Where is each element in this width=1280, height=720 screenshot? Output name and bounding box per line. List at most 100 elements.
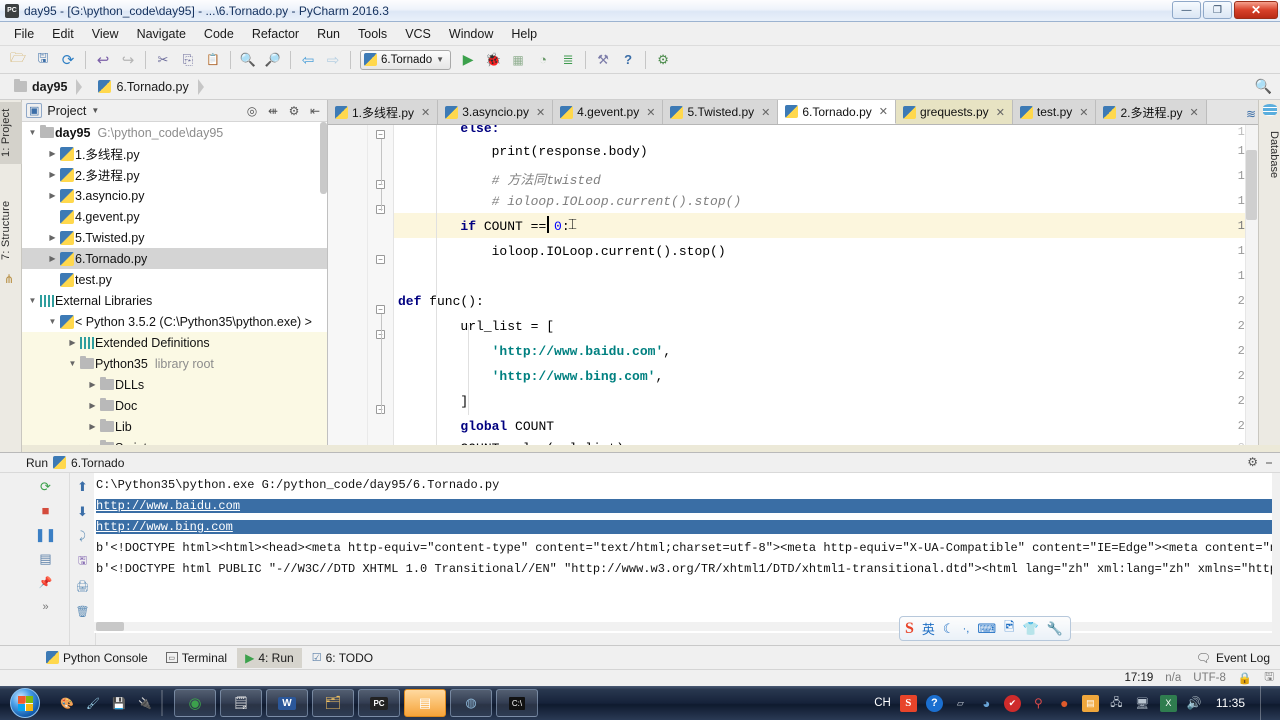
tab-close-icon[interactable]: ✕ bbox=[879, 105, 888, 118]
active-app-taskbtn[interactable]: ▤ bbox=[404, 689, 446, 717]
forward-icon[interactable]: ⇨ bbox=[321, 48, 345, 72]
settings-gear-icon[interactable]: ⚙ bbox=[1247, 455, 1258, 470]
search-everywhere-icon[interactable]: 🔍 bbox=[1255, 78, 1272, 95]
show-hidden-icon[interactable]: ▱ bbox=[952, 695, 969, 712]
pycharm-taskbtn[interactable]: PC bbox=[358, 689, 400, 717]
tree-row[interactable]: ▼Python35library root bbox=[22, 353, 327, 374]
tab-close-icon[interactable]: ✕ bbox=[1190, 106, 1199, 119]
tree-expand-arrow-open-icon[interactable]: ▼ bbox=[66, 359, 79, 368]
open-folder-icon[interactable]: 🗁 bbox=[6, 48, 30, 72]
bottom-item-todo[interactable]: ☑ 6: TODO bbox=[304, 648, 381, 668]
pin-icon[interactable]: 📌 bbox=[36, 573, 56, 592]
tree-row[interactable]: ▶Doc bbox=[22, 395, 327, 416]
console-icon[interactable]: ▤ bbox=[36, 549, 56, 568]
vcs-update-icon[interactable]: ⚙ bbox=[651, 48, 675, 72]
bottom-item-run[interactable]: ▶ 4: Run bbox=[237, 648, 302, 668]
attach-process-icon[interactable]: ≣ bbox=[556, 48, 580, 72]
tab-close-icon[interactable]: ✕ bbox=[536, 106, 545, 119]
language-mode-icon[interactable]: 英 bbox=[922, 619, 935, 638]
tab-5-twisted[interactable]: 5.Twisted.py ✕ bbox=[663, 100, 778, 124]
breadcrumb-project[interactable]: day95 bbox=[8, 77, 92, 97]
tree-expand-arrow-closed-icon[interactable]: ▶ bbox=[66, 338, 79, 347]
tab-test[interactable]: test.py ✕ bbox=[1013, 100, 1097, 124]
sidebar-item-structure[interactable]: 7: Structure bbox=[0, 190, 22, 270]
tree-expand-arrow-closed-icon[interactable]: ▶ bbox=[86, 422, 99, 431]
antivirus-icon[interactable]: ✔ bbox=[1004, 695, 1021, 712]
help-icon[interactable]: ? bbox=[616, 48, 640, 72]
help-icon[interactable]: ? bbox=[926, 695, 943, 712]
start-button[interactable] bbox=[2, 687, 48, 719]
editor-scroll-thumb[interactable] bbox=[1246, 150, 1257, 220]
code-editor[interactable]: − − − − − − − 13 14 15 16 17 18 19 20 21… bbox=[328, 125, 1258, 445]
editor-vertical-scrollbar[interactable] bbox=[1245, 125, 1258, 445]
fold-marker-else[interactable]: − bbox=[376, 130, 385, 139]
color-picker-icon[interactable]: 🖌 bbox=[84, 694, 102, 712]
maximize-button[interactable]: ❐ bbox=[1203, 1, 1232, 19]
tree-expand-arrow-closed-icon[interactable]: ▶ bbox=[86, 443, 99, 445]
print-icon[interactable]: 🖨 bbox=[73, 577, 93, 596]
sidebar-item-project[interactable]: 1: Project bbox=[0, 102, 22, 164]
menu-vcs[interactable]: VCS bbox=[397, 24, 439, 44]
tree-row[interactable]: 4.gevent.py bbox=[22, 206, 327, 227]
replace-icon[interactable]: 🔎 bbox=[261, 48, 285, 72]
media-taskbtn[interactable]: ◍ bbox=[450, 689, 492, 717]
tab-6-tornado[interactable]: 6.Tornado.py ✕ bbox=[778, 100, 896, 124]
volume-icon[interactable]: 🔊 bbox=[1186, 695, 1203, 712]
notepad-taskbtn[interactable]: 🗒 bbox=[220, 689, 262, 717]
settings-icon[interactable]: ⚒ bbox=[591, 48, 615, 72]
ime-toolbar[interactable]: S 英 ☾ ·, ⌨ 🖻 👕 🔧 bbox=[899, 616, 1071, 641]
menu-run[interactable]: Run bbox=[309, 24, 348, 44]
profile-icon[interactable]: ◔ bbox=[531, 48, 555, 72]
stop-icon[interactable]: ■ bbox=[36, 501, 56, 520]
taskbar-clock[interactable]: 11:35 bbox=[1216, 696, 1245, 710]
tree-row[interactable]: ▶Extended Definitions bbox=[22, 332, 327, 353]
expand-icon[interactable]: » bbox=[36, 597, 56, 616]
menu-edit[interactable]: Edit bbox=[44, 24, 82, 44]
record-icon[interactable]: ● bbox=[1056, 695, 1073, 712]
find-icon[interactable]: 🔍 bbox=[236, 48, 260, 72]
wrench-settings-icon[interactable]: 🔧 bbox=[1047, 621, 1063, 637]
tree-row[interactable]: ▶6.Tornado.py bbox=[22, 248, 327, 269]
save-all-icon[interactable]: 🖫 bbox=[31, 48, 55, 72]
sogou-logo-icon[interactable]: S bbox=[905, 620, 914, 638]
tools-icon[interactable]: ⚲ bbox=[1030, 695, 1047, 712]
tab-close-icon[interactable]: ✕ bbox=[996, 106, 1005, 119]
tree-expand-arrow-closed-icon[interactable]: ▶ bbox=[46, 170, 59, 179]
scroll-down-icon[interactable]: ⬇ bbox=[73, 502, 93, 521]
toolbox-3d-icon[interactable]: 🖻 bbox=[1004, 618, 1014, 640]
console-url-link[interactable]: http://www.baidu.com bbox=[96, 499, 240, 513]
paint-icon[interactable]: 🎨 bbox=[58, 694, 76, 712]
tree-expand-arrow-open-icon[interactable]: ▼ bbox=[26, 128, 39, 137]
soft-wrap-icon[interactable]: ⤸ bbox=[73, 527, 93, 546]
tab-close-icon[interactable]: ✕ bbox=[761, 106, 770, 119]
run-icon[interactable]: ▶ bbox=[456, 48, 480, 72]
lock-icon[interactable]: 🔒 bbox=[1238, 671, 1252, 685]
menu-refactor[interactable]: Refactor bbox=[244, 24, 307, 44]
tree-expand-arrow-closed-icon[interactable]: ▶ bbox=[46, 233, 59, 242]
tree-expand-arrow-closed-icon[interactable]: ▶ bbox=[46, 149, 59, 158]
menu-window[interactable]: Window bbox=[441, 24, 501, 44]
tree-row[interactable]: ▶Scripts bbox=[22, 437, 327, 445]
chrome-taskbtn[interactable]: ◉ bbox=[174, 689, 216, 717]
tree-expand-arrow-closed-icon[interactable]: ▶ bbox=[86, 401, 99, 410]
menu-file[interactable]: File bbox=[6, 24, 42, 44]
hide-window-icon[interactable]: ⎯ bbox=[1266, 455, 1272, 470]
tree-expand-arrow-closed-icon[interactable]: ▶ bbox=[86, 380, 99, 389]
moon-icon[interactable]: ☾ bbox=[943, 621, 955, 637]
bottom-item-terminal[interactable]: ▭ Terminal bbox=[158, 648, 235, 668]
tree-expand-arrow-closed-icon[interactable]: ▶ bbox=[46, 191, 59, 200]
show-desktop-button[interactable] bbox=[1260, 686, 1272, 720]
sync-icon[interactable]: ⟳ bbox=[56, 48, 80, 72]
tree-row[interactable]: ▶Lib bbox=[22, 416, 327, 437]
skin-shirt-icon[interactable]: 👕 bbox=[1023, 621, 1039, 637]
clear-all-icon[interactable]: 🗑 bbox=[73, 602, 93, 621]
app-orange-icon[interactable]: ▤ bbox=[1082, 695, 1099, 712]
tree-row[interactable]: ▶5.Twisted.py bbox=[22, 227, 327, 248]
status-encoding[interactable]: UTF-8 bbox=[1193, 672, 1226, 684]
excel-icon[interactable]: X bbox=[1160, 695, 1177, 712]
tree-row[interactable]: ▼< Python 3.5.2 (C:\Python35\python.exe)… bbox=[22, 311, 327, 332]
event-log-button[interactable]: 🗨 Event Log bbox=[1196, 651, 1270, 665]
run-configuration-selector[interactable]: 6.Tornado ▼ bbox=[360, 50, 451, 70]
tree-row[interactable]: ▶3.asyncio.py bbox=[22, 185, 327, 206]
cmd-taskbtn[interactable]: C:\ bbox=[496, 689, 538, 717]
